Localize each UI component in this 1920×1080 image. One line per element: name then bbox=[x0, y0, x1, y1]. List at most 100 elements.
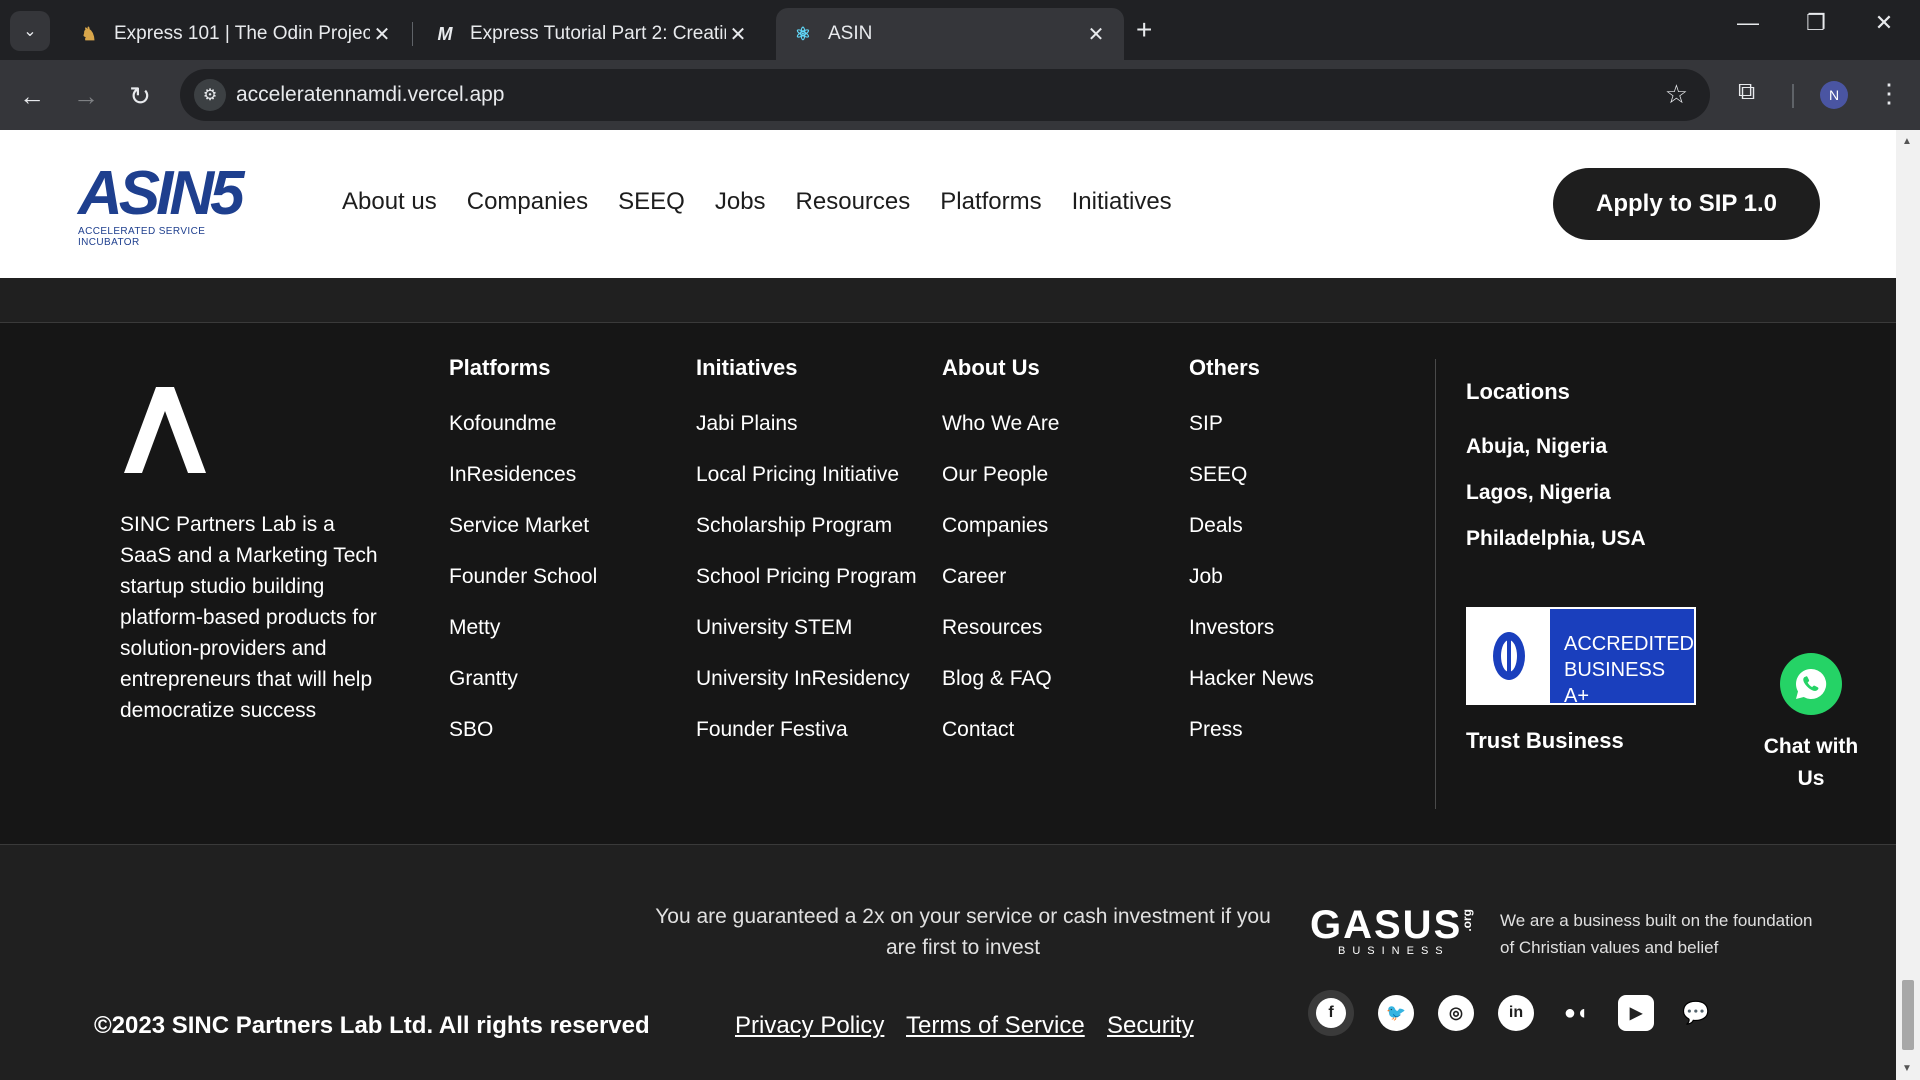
security-link[interactable]: Security bbox=[1107, 1012, 1194, 1040]
nav-jobs[interactable]: Jobs bbox=[715, 188, 766, 216]
nav-initiatives[interactable]: Initiatives bbox=[1072, 188, 1172, 216]
site-settings-icon[interactable]: ⚙ bbox=[194, 79, 226, 111]
asin-logo[interactable]: ASIN5 ACCELERATED SERVICE INCUBATOR bbox=[78, 159, 268, 249]
footer-link[interactable]: Resources bbox=[942, 615, 1060, 666]
guarantee-text: You are guaranteed a 2x on your service … bbox=[655, 905, 1271, 959]
logo-tagline: ACCELERATED SERVICE INCUBATOR bbox=[78, 226, 206, 248]
location-item: Lagos, Nigeria bbox=[1466, 481, 1611, 504]
footer-link[interactable]: SEEQ bbox=[1189, 462, 1314, 513]
sinc-logo-icon[interactable] bbox=[120, 385, 210, 475]
terms-of-service-link[interactable]: Terms of Service bbox=[906, 1012, 1085, 1040]
nav-about-us[interactable]: About us bbox=[342, 188, 437, 216]
footer-link[interactable]: School Pricing Program bbox=[696, 564, 917, 615]
footer-link[interactable]: Service Market bbox=[449, 513, 597, 564]
tab-asin[interactable]: ⚛ ASIN ✕ bbox=[776, 8, 1124, 60]
gasus-logo[interactable]: GASUS BUSINESS .org bbox=[1310, 905, 1474, 957]
section-band bbox=[0, 278, 1896, 322]
footer-link[interactable]: Jabi Plains bbox=[696, 411, 917, 462]
footer-link[interactable]: SIP bbox=[1189, 411, 1314, 462]
scroll-thumb[interactable] bbox=[1902, 980, 1914, 1050]
gasus-org: .org bbox=[1460, 909, 1474, 932]
footer-col-initiatives: Initiatives Jabi Plains Local Pricing In… bbox=[696, 355, 917, 768]
brand-description: SINC Partners Lab is a SaaS and a Market… bbox=[120, 513, 378, 722]
accredited-business-badge[interactable]: ACCREDITED BUSINESS A+ bbox=[1466, 607, 1696, 707]
footer-link[interactable]: InResidences bbox=[449, 462, 597, 513]
footer-bottom: You are guaranteed a 2x on your service … bbox=[0, 845, 1896, 1080]
page-scrollbar[interactable]: ▲ ▼ bbox=[1896, 130, 1920, 1080]
footer-link[interactable]: Investors bbox=[1189, 615, 1314, 666]
profile-avatar[interactable]: N bbox=[1820, 81, 1848, 109]
badge-line-2: BUSINESS A+ bbox=[1563, 659, 1666, 707]
footer-link[interactable]: Local Pricing Initiative bbox=[696, 462, 917, 513]
bookmark-star-icon[interactable]: ☆ bbox=[1665, 79, 1688, 110]
close-window-icon[interactable]: ✕ bbox=[1864, 10, 1904, 36]
facebook-icon[interactable]: f bbox=[1308, 990, 1354, 1036]
tab-title: Express Tutorial Part 2: Creating bbox=[470, 23, 726, 44]
nav-platforms[interactable]: Platforms bbox=[940, 188, 1041, 216]
footer-link[interactable]: Hacker News bbox=[1189, 666, 1314, 717]
logo-wordmark: ASIN5 bbox=[78, 159, 245, 228]
footer-col-others: Others SIP SEEQ Deals Job Investors Hack… bbox=[1189, 355, 1314, 768]
scroll-down-icon[interactable]: ▼ bbox=[1902, 1063, 1912, 1074]
forward-icon[interactable]: → bbox=[68, 78, 104, 114]
footer-link[interactable]: Blog & FAQ bbox=[942, 666, 1060, 717]
footer-link[interactable]: Career bbox=[942, 564, 1060, 615]
footer-divider bbox=[1435, 359, 1436, 809]
nav-seeq[interactable]: SEEQ bbox=[618, 188, 685, 216]
tab-divider bbox=[412, 22, 413, 46]
minimize-icon[interactable]: — bbox=[1728, 10, 1768, 36]
footer-main: SINC Partners Lab is a SaaS and a Market… bbox=[0, 322, 1896, 845]
privacy-policy-link[interactable]: Privacy Policy bbox=[735, 1012, 884, 1040]
close-tab-icon[interactable]: ✕ bbox=[1084, 22, 1108, 47]
odin-icon: ♞ bbox=[80, 23, 98, 44]
whatsapp-icon[interactable] bbox=[1780, 653, 1842, 715]
close-tab-icon[interactable]: ✕ bbox=[370, 22, 394, 47]
col-title: Others bbox=[1189, 355, 1260, 380]
footer-link[interactable]: Scholarship Program bbox=[696, 513, 917, 564]
more-menu-icon[interactable]: ⋮ bbox=[1876, 78, 1902, 109]
mdn-icon: M bbox=[437, 23, 453, 44]
footer-link[interactable]: Deals bbox=[1189, 513, 1314, 564]
col-title: Platforms bbox=[449, 355, 551, 380]
footer-link[interactable]: Job bbox=[1189, 564, 1314, 615]
new-tab-button[interactable]: + bbox=[1136, 14, 1152, 46]
gasus-description: We are a business built on the foundatio… bbox=[1500, 911, 1813, 957]
footer-link[interactable]: Companies bbox=[942, 513, 1060, 564]
youtube-icon[interactable]: ▶ bbox=[1618, 995, 1654, 1031]
linkedin-icon[interactable]: in bbox=[1498, 995, 1534, 1031]
footer-link[interactable]: Who We Are bbox=[942, 411, 1060, 462]
twitter-icon[interactable]: 🐦 bbox=[1378, 995, 1414, 1031]
footer-link[interactable]: Kofoundme bbox=[449, 411, 597, 462]
nav-resources[interactable]: Resources bbox=[796, 188, 911, 216]
footer-link[interactable]: Founder Festiva bbox=[696, 717, 917, 768]
instagram-icon[interactable]: ◎ bbox=[1438, 995, 1474, 1031]
scroll-up-icon[interactable]: ▲ bbox=[1902, 136, 1912, 147]
footer-link[interactable]: Metty bbox=[449, 615, 597, 666]
tab-express-101[interactable]: ♞ Express 101 | The Odin Project ✕ bbox=[62, 8, 410, 60]
reload-icon[interactable]: ↻ bbox=[122, 78, 158, 114]
chat-with-us-label[interactable]: Chat with Us bbox=[1750, 731, 1872, 795]
tab-title: Express 101 | The Odin Project bbox=[114, 23, 370, 44]
close-tab-icon[interactable]: ✕ bbox=[726, 22, 750, 47]
tab-express-tutorial[interactable]: M Express Tutorial Part 2: Creating ✕ bbox=[418, 8, 766, 60]
location-item: Philadelphia, USA bbox=[1466, 527, 1646, 550]
col-title: Initiatives bbox=[696, 355, 798, 380]
apply-button[interactable]: Apply to SIP 1.0 bbox=[1553, 168, 1820, 240]
medium-icon[interactable]: ●◖ bbox=[1558, 995, 1594, 1031]
back-icon[interactable]: ← bbox=[14, 78, 50, 114]
footer-link[interactable]: SBO bbox=[449, 717, 597, 768]
footer-link[interactable]: Grantty bbox=[449, 666, 597, 717]
chat-bubbles-icon[interactable]: 💬 bbox=[1678, 995, 1714, 1031]
footer-link[interactable]: Our People bbox=[942, 462, 1060, 513]
footer-link[interactable]: Contact bbox=[942, 717, 1060, 768]
restore-icon[interactable]: ❐ bbox=[1796, 10, 1836, 36]
footer-link[interactable]: University STEM bbox=[696, 615, 917, 666]
footer-link[interactable]: Press bbox=[1189, 717, 1314, 768]
extensions-icon[interactable]: ⧉ bbox=[1738, 78, 1755, 106]
nav-companies[interactable]: Companies bbox=[467, 188, 588, 216]
tab-search-button[interactable]: ⌄ bbox=[10, 11, 50, 51]
url-text[interactable]: acceleratennamdi.vercel.app bbox=[236, 83, 505, 107]
address-bar[interactable]: ⚙ acceleratennamdi.vercel.app ☆ bbox=[180, 69, 1710, 121]
footer-link[interactable]: Founder School bbox=[449, 564, 597, 615]
footer-link[interactable]: University InResidency bbox=[696, 666, 917, 717]
